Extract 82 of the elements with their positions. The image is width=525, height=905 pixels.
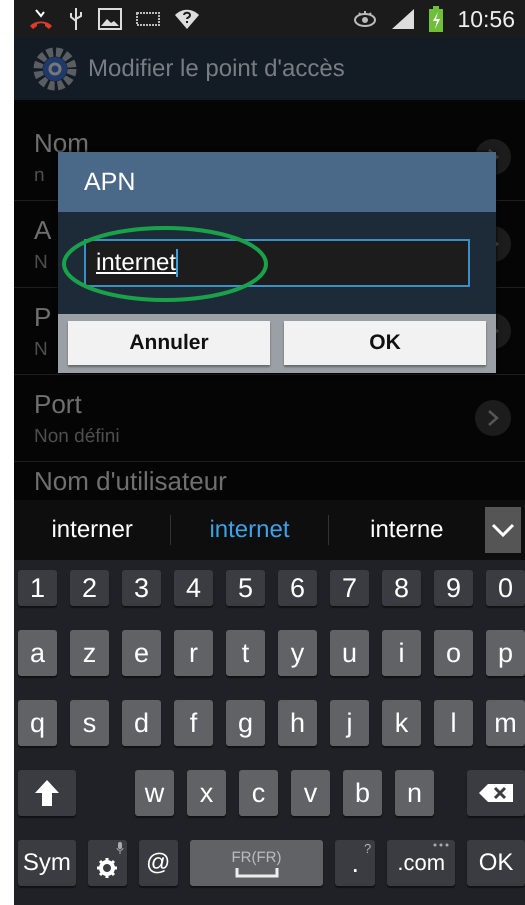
key[interactable]: g xyxy=(226,700,265,746)
key[interactable]: 5 xyxy=(226,570,265,606)
collapse-button[interactable] xyxy=(484,507,521,553)
setting-title: P xyxy=(34,302,52,332)
suggestion[interactable]: interner xyxy=(14,510,170,550)
key[interactable]: 7 xyxy=(330,570,369,606)
key[interactable]: v xyxy=(291,770,330,816)
key[interactable]: t xyxy=(226,630,265,676)
setting-value: N xyxy=(34,338,48,360)
usb-icon xyxy=(68,7,84,31)
period-key[interactable]: . ? xyxy=(335,840,376,886)
key[interactable]: 0 xyxy=(486,570,525,606)
settings-row[interactable]: Port Non défini xyxy=(14,375,525,462)
key[interactable]: e xyxy=(122,630,161,676)
arrow-up-icon xyxy=(34,779,60,807)
battery-charging-icon xyxy=(429,6,444,32)
key[interactable]: 3 xyxy=(122,570,161,606)
key[interactable]: n xyxy=(395,770,434,816)
key[interactable]: p xyxy=(486,630,525,676)
setting-value: Non défini xyxy=(34,426,120,448)
image-icon xyxy=(98,8,122,30)
cancel-button[interactable]: Annuler xyxy=(68,321,270,365)
key[interactable]: s xyxy=(70,700,109,746)
backspace-icon xyxy=(478,783,514,803)
settings-key[interactable] xyxy=(88,840,127,886)
key[interactable]: k xyxy=(382,700,421,746)
input-field[interactable]: internet xyxy=(84,239,470,287)
key[interactable]: y xyxy=(278,630,317,676)
key[interactable]: OK xyxy=(467,840,525,886)
missed-call-icon xyxy=(28,8,54,30)
setting-value: n xyxy=(34,164,45,186)
eye-icon xyxy=(353,10,378,28)
key[interactable]: 6 xyxy=(278,570,317,606)
setting-title: A xyxy=(34,214,52,246)
chevron-icon xyxy=(475,400,511,436)
space-key[interactable]: FR(FR) xyxy=(190,840,324,886)
key[interactable]: 2 xyxy=(70,570,109,606)
shift-key[interactable] xyxy=(18,770,76,816)
ok-button[interactable]: OK xyxy=(284,321,486,365)
key[interactable]: r xyxy=(174,630,213,676)
key[interactable]: 4 xyxy=(174,570,213,606)
dot-com-key[interactable]: .com xyxy=(387,840,456,886)
wifi-question-icon xyxy=(174,8,200,30)
microphone-icon xyxy=(116,842,124,854)
space-bar-icon xyxy=(234,868,279,878)
dialog-title: APN xyxy=(84,168,136,196)
setting-title: Nom xyxy=(34,128,89,158)
status-time: 10:56 xyxy=(457,6,515,32)
key[interactable]: 8 xyxy=(382,570,421,606)
signal-icon xyxy=(391,8,416,30)
key[interactable]: x xyxy=(187,770,226,816)
suggestion[interactable]: interne xyxy=(328,510,485,550)
key[interactable]: d xyxy=(122,700,161,746)
key[interactable]: i xyxy=(382,630,421,676)
key[interactable]: l xyxy=(434,700,473,746)
screen-title: Modifier le point d'accès xyxy=(88,55,345,83)
key[interactable]: @ xyxy=(138,840,178,886)
key[interactable]: m xyxy=(486,700,525,746)
key[interactable]: a xyxy=(18,630,57,676)
key[interactable]: 1 xyxy=(18,570,57,606)
key[interactable]: o xyxy=(434,630,473,676)
suggestion[interactable]: internet xyxy=(171,510,328,550)
chevron-down-icon xyxy=(490,523,515,537)
key[interactable]: 9 xyxy=(434,570,473,606)
key[interactable]: z xyxy=(70,630,109,676)
settings-icon xyxy=(96,857,118,879)
key[interactable]: q xyxy=(18,700,57,746)
dots-icon xyxy=(433,843,450,847)
settings-row[interactable]: Nom d'utilisateur xyxy=(14,462,525,500)
key[interactable]: b xyxy=(343,770,382,816)
key[interactable]: Sym xyxy=(18,840,76,886)
key[interactable]: f xyxy=(174,700,213,746)
settings-icon xyxy=(32,46,78,92)
key[interactable]: c xyxy=(239,770,278,816)
setting-title: Nom d'utilisateur xyxy=(34,466,227,496)
key[interactable]: u xyxy=(330,630,369,676)
backspace-key[interactable] xyxy=(467,770,525,816)
key[interactable]: h xyxy=(278,700,317,746)
setting-value: N xyxy=(34,252,48,274)
setting-title: Port xyxy=(34,388,82,420)
key[interactable]: j xyxy=(330,700,369,746)
key[interactable]: w xyxy=(135,770,174,816)
